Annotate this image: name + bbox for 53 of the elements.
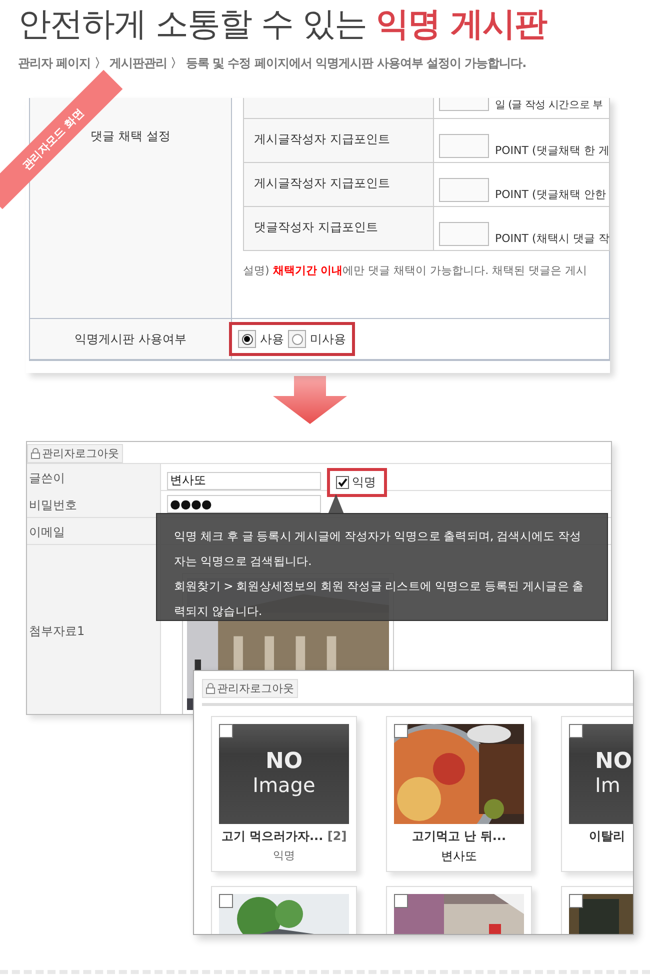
description-text: 설명) 채택기간 이내에만 댓글 채택이 가능합니다. 채택된 댓글은 게시 — [243, 263, 588, 279]
placeholder-text: NO — [595, 751, 632, 773]
card-title: 이탈리 — [589, 829, 625, 843]
field-label: 글쓴이 — [29, 471, 65, 485]
card-author: 익명 — [272, 848, 296, 863]
input-field[interactable] — [439, 222, 489, 246]
radio-label: 사용 — [260, 330, 284, 348]
page-title: 안전하게 소통할 수 있는 익명 게시판 — [18, 3, 548, 45]
placeholder-text: Im — [595, 773, 620, 797]
gallery-card[interactable]: 고기먹고 난 뒤... 변사또 — [386, 716, 532, 872]
gallery-card[interactable]: NO Image 고기 먹으러가자... [2] 익명 — [211, 716, 357, 872]
field-label: 이메일 — [29, 525, 65, 539]
field-note: POINT (채택시 댓글 작 — [495, 231, 610, 246]
card-title: 고기 먹으러가자... — [221, 829, 324, 843]
field-note: POINT (댓글채택 한 게 — [495, 143, 610, 158]
down-arrow-icon — [273, 376, 347, 424]
radio-button[interactable] — [292, 334, 302, 344]
password-field[interactable]: ●●●● — [167, 495, 321, 513]
comment-count: [2] — [327, 829, 347, 843]
placeholder-text: Image — [252, 773, 316, 797]
card-title: 고기먹고 난 뒤... — [412, 829, 506, 843]
logout-button[interactable]: 관리자로그아웃 — [202, 679, 298, 698]
tooltip-text: 회원찾기 > 회원상세정보의 회원 작성글 리스트에 익명으로 등록된 게시글은 출력되지 않습니다. — [174, 578, 585, 620]
checkbox[interactable] — [569, 724, 583, 738]
field-label: 비밀번호 — [29, 498, 77, 512]
checkbox[interactable] — [219, 724, 233, 738]
card-author: 변사또 — [440, 848, 478, 865]
field-label: 첨부자료1 — [29, 624, 85, 638]
checkbox[interactable] — [394, 894, 408, 908]
field-note: 일 (글 작성 시간으로 부 — [495, 98, 604, 112]
gallery-card[interactable]: NO Im 이탈리 — [561, 716, 633, 872]
page-subtitle: 관리자 페이지 〉 게시판관리 〉 등록 및 수정 페이지에서 익명게시판 사용여부 설정이 가능합니다. — [18, 55, 528, 72]
row-label: 게시글작성자 지급포인트 — [254, 176, 390, 190]
tooltip-text: 익명 체크 후 글 등록시 게시글에 작성자가 익명으로 출력되며, 검색시에도 작성자는 익명으로 검색됩니다. — [174, 528, 582, 570]
placeholder-text: NO — [265, 751, 303, 773]
lock-icon — [206, 683, 215, 694]
checkbox-label: 익명 — [352, 474, 376, 491]
input-field[interactable] — [439, 98, 489, 111]
input-field[interactable] — [439, 178, 489, 202]
input-field[interactable] — [439, 134, 489, 158]
checkbox[interactable] — [394, 724, 408, 738]
field-note: POINT (댓글채택 안한 — [495, 187, 606, 202]
radio-button[interactable] — [242, 334, 252, 344]
lock-icon — [31, 448, 40, 459]
row-label: 댓글작성자 지급포인트 — [254, 220, 378, 234]
input-field[interactable]: 변사또 — [167, 472, 321, 490]
radio-label: 미사용 — [310, 330, 346, 348]
row-label: 익명게시판 사용여부 — [74, 330, 186, 348]
checkbox[interactable] — [569, 894, 583, 908]
checkbox[interactable] — [219, 894, 233, 908]
row-label: 게시글작성자 지급포인트 — [254, 132, 390, 146]
logout-button[interactable]: 관리자로그아웃 — [27, 444, 123, 463]
checkbox[interactable] — [336, 476, 349, 489]
